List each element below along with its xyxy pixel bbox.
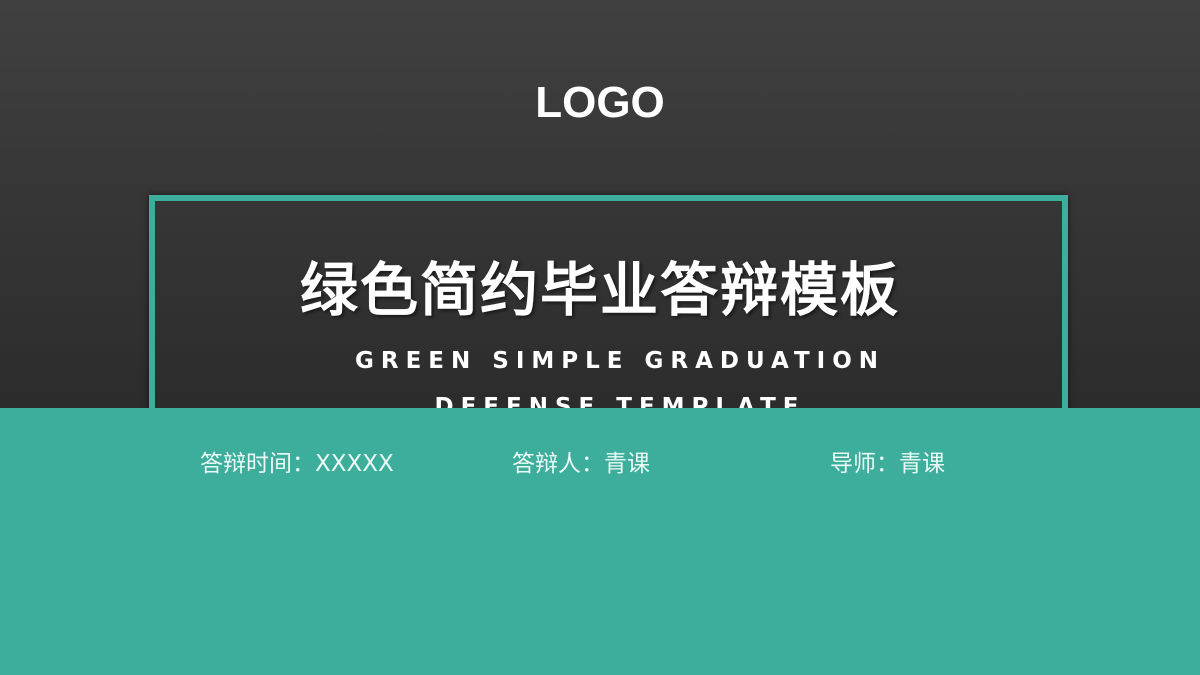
presenter: 答辩人：青课 [512,451,650,477]
advisor: 导师：青课 [830,451,945,477]
page-title: 绿色简约毕业答辩模板 [299,256,900,324]
defense-time: 答辩时间：XXXXX [200,451,394,477]
logo: LOGO [535,78,665,127]
